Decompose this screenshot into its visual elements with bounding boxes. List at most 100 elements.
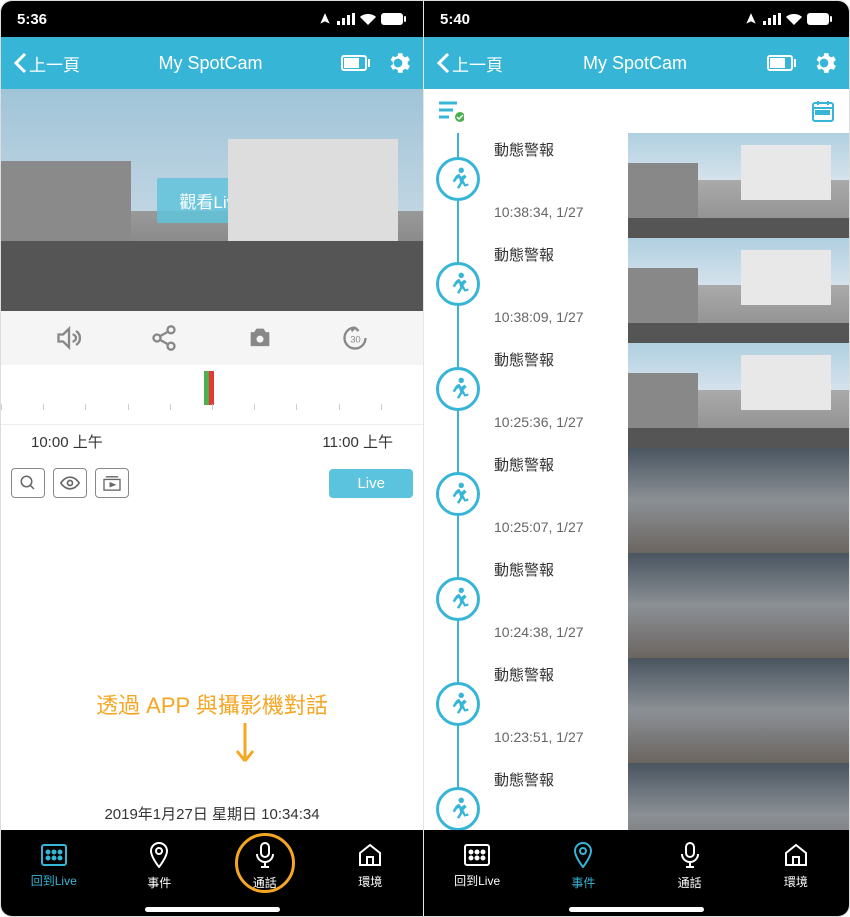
status-bar: 5:40: [424, 1, 849, 37]
back-label: 上一頁: [29, 51, 80, 76]
tab-home[interactable]: 環境: [743, 830, 849, 902]
event-time: 10:38:09, 1/27: [494, 309, 624, 325]
motion-icon: [436, 577, 480, 621]
tab-label: 環境: [784, 873, 808, 890]
event-row[interactable]: 動態警報: [424, 763, 849, 830]
home-icon: [357, 843, 383, 870]
back-button[interactable]: 上一頁: [13, 51, 80, 76]
motion-icon: [436, 262, 480, 306]
motion-icon: [436, 472, 480, 516]
video-preview[interactable]: 觀看Live: [1, 89, 423, 311]
event-thumbnail[interactable]: [628, 553, 849, 658]
tab-label: 事件: [147, 874, 171, 891]
controls-row: Live: [1, 460, 423, 502]
event-row[interactable]: 動態警報 10:25:36, 1/27: [424, 343, 849, 448]
status-time: 5:36: [17, 11, 47, 28]
nav-title: My SpotCam: [158, 53, 262, 74]
status-bar: 5:36: [1, 1, 423, 37]
event-title: 動態警報: [494, 454, 624, 475]
event-thumbnail[interactable]: [628, 658, 849, 763]
arrow-icon: [230, 723, 260, 768]
eye-icon[interactable]: [53, 468, 87, 498]
chevron-left-icon: [13, 52, 27, 74]
battery-status-icon[interactable]: [767, 55, 797, 71]
back-label: 上一頁: [452, 51, 503, 76]
tab-label: 通話: [678, 874, 702, 891]
event-title: 動態警報: [494, 244, 624, 265]
tab-mic[interactable]: 通話: [637, 830, 743, 902]
tab-pin[interactable]: 事件: [107, 830, 213, 902]
status-time: 5:40: [440, 11, 470, 28]
event-time: 10:23:51, 1/27: [494, 729, 624, 745]
event-title: 動態警報: [494, 349, 624, 370]
location-icon: [318, 12, 332, 26]
event-time: 10:25:36, 1/27: [494, 414, 624, 430]
tab-mic[interactable]: 通話: [212, 830, 318, 902]
home-indicator[interactable]: [424, 902, 849, 916]
svg-text:30: 30: [351, 335, 361, 345]
event-time: 10:38:34, 1/27: [494, 204, 624, 220]
event-row[interactable]: 動態警報 10:23:51, 1/27: [424, 658, 849, 763]
battery-icon: [381, 13, 407, 25]
search-icon[interactable]: [11, 468, 45, 498]
phone-screen-2: 5:40 上一頁 My SpotCam 動態警報10:38:34, 1: [424, 1, 849, 916]
replay-icon[interactable]: 30: [341, 324, 369, 352]
datetime-label: 2019年1月27日 星期日 10:34:34: [1, 803, 423, 824]
battery-status-icon[interactable]: [341, 55, 371, 71]
time-label-left: 10:00 上午: [31, 431, 103, 452]
time-axis: 10:00 上午 11:00 上午: [1, 425, 423, 460]
signal-icon: [337, 13, 355, 25]
tab-bar: 回到Live 事件 通話環境: [1, 830, 423, 902]
camera-icon[interactable]: [246, 324, 274, 352]
home-indicator[interactable]: [1, 902, 423, 916]
location-icon: [744, 12, 758, 26]
tab-grid[interactable]: 回到Live: [1, 830, 107, 902]
event-thumbnail[interactable]: [628, 238, 849, 343]
event-title: 動態警報: [494, 664, 624, 685]
wifi-icon: [786, 13, 802, 25]
live-button[interactable]: Live: [329, 469, 413, 498]
timeline[interactable]: [1, 365, 423, 425]
tab-pin[interactable]: 事件: [530, 830, 636, 902]
tab-label: 回到Live: [31, 872, 77, 889]
wifi-icon: [360, 13, 376, 25]
playlist-icon[interactable]: [95, 468, 129, 498]
filter-icon[interactable]: [438, 100, 464, 122]
event-row[interactable]: 動態警報10:38:34, 1/27: [424, 133, 849, 238]
tab-label: 環境: [358, 873, 382, 890]
share-icon[interactable]: [150, 324, 178, 352]
event-thumbnail[interactable]: [628, 133, 849, 238]
status-indicators: [318, 12, 407, 26]
event-title: 動態警報: [494, 769, 624, 790]
tab-grid[interactable]: 回到Live: [424, 830, 530, 902]
status-indicators: [744, 12, 833, 26]
event-thumbnail[interactable]: [628, 343, 849, 448]
time-label-right: 11:00 上午: [322, 431, 393, 452]
gear-icon[interactable]: [811, 50, 837, 76]
annotation-text: 透過 APP 與攝影機對話: [1, 688, 423, 720]
tab-label: 事件: [571, 874, 595, 891]
motion-icon: [436, 787, 480, 830]
pin-icon: [572, 842, 594, 871]
gear-icon[interactable]: [385, 50, 411, 76]
event-row[interactable]: 動態警報 10:38:09, 1/27: [424, 238, 849, 343]
signal-icon: [763, 13, 781, 25]
home-icon: [783, 843, 809, 870]
event-row[interactable]: 動態警報10:24:38, 1/27: [424, 553, 849, 658]
event-thumbnail[interactable]: [628, 448, 849, 553]
filter-row: [424, 89, 849, 133]
motion-icon: [436, 367, 480, 411]
nav-header: 上一頁 My SpotCam: [1, 37, 423, 89]
tab-home[interactable]: 環境: [318, 830, 424, 902]
grid-icon: [41, 844, 67, 869]
event-list[interactable]: 動態警報10:38:34, 1/27動態警報10:38:09, 1/27動態警報…: [424, 133, 849, 830]
nav-title: My SpotCam: [583, 53, 687, 74]
event-row[interactable]: 動態警報10:25:07, 1/27: [424, 448, 849, 553]
event-time: 10:24:38, 1/27: [494, 624, 624, 640]
calendar-icon[interactable]: [811, 99, 835, 123]
chevron-left-icon: [436, 52, 450, 74]
back-button[interactable]: 上一頁: [436, 51, 503, 76]
speaker-icon[interactable]: [55, 324, 83, 352]
video-controls: 30: [1, 311, 423, 365]
event-thumbnail[interactable]: [628, 763, 849, 830]
